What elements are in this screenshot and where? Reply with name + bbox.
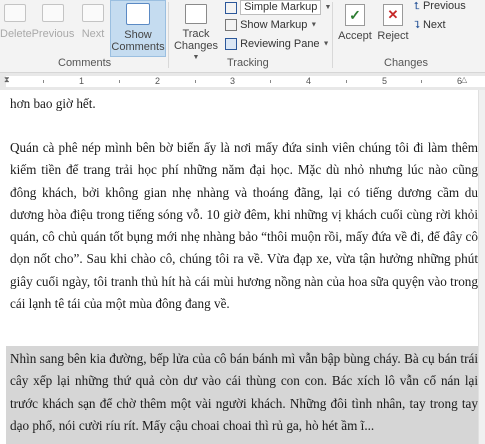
ruler-number: 2 xyxy=(155,76,161,86)
ruler-number: 1 xyxy=(79,76,85,86)
left-indent-marker[interactable]: ⧗ xyxy=(4,75,10,85)
next-comment-icon xyxy=(82,4,104,22)
ruler-tick xyxy=(43,80,44,83)
show-comments-button[interactable]: Show Comments xyxy=(110,0,166,57)
vertical-scrollbar[interactable] xyxy=(478,90,485,444)
previous-comment-icon xyxy=(42,4,64,22)
tracking-group-label: Tracking xyxy=(227,57,269,69)
reject-button[interactable]: ✕ Reject xyxy=(376,4,410,42)
ruler-tick xyxy=(421,80,422,83)
selected-paragraph[interactable]: Nhìn sang bên kia đường, bếp lửa của cô … xyxy=(10,348,478,437)
changes-group-label: Changes xyxy=(384,57,429,69)
track-changes-icon xyxy=(185,4,207,24)
chevron-down-icon: ▼ xyxy=(192,54,200,62)
document-page[interactable]: hơn bao giờ hết. Quán cà phê nép mình bê… xyxy=(0,90,485,444)
track-changes-button[interactable]: Track Changes ▼ xyxy=(172,4,220,64)
ruler-tick xyxy=(119,80,120,83)
horizontal-ruler[interactable]: ⧗ 1 2 3 4 5 6 △ xyxy=(0,73,485,91)
comments-group-label: Comments xyxy=(58,57,112,69)
chevron-down-icon: ▼ xyxy=(310,21,318,29)
ruler-number: 5 xyxy=(382,76,388,86)
next-change-icon: ⮧ xyxy=(414,20,420,31)
previous-change-button[interactable]: ⮤ Previous xyxy=(414,0,466,12)
ruler-tick xyxy=(346,80,347,83)
delete-comment-icon xyxy=(4,4,26,22)
group-separator xyxy=(168,2,169,68)
ruler-text-area xyxy=(6,76,485,87)
delete-comment-button[interactable]: Delete xyxy=(0,4,32,40)
show-markup-button[interactable]: Show Markup ▼ xyxy=(225,19,318,32)
ruler-tick xyxy=(195,80,196,83)
right-indent-marker[interactable]: △ xyxy=(461,75,467,84)
accept-button[interactable]: ✓ Accept xyxy=(336,4,374,42)
group-separator xyxy=(332,2,333,68)
ruler-tick xyxy=(270,80,271,83)
show-comments-icon xyxy=(126,3,150,25)
document-paragraph[interactable]: Quán cà phê nép mình bên bờ biển ấy là n… xyxy=(10,137,478,315)
previous-change-icon: ⮤ xyxy=(414,1,420,12)
reviewing-pane-button[interactable]: Reviewing Pane ▼ xyxy=(225,38,330,51)
ruler-number: 4 xyxy=(306,76,312,86)
next-change-button[interactable]: ⮧ Next xyxy=(414,19,446,31)
document-paragraph[interactable]: hơn bao giờ hết. xyxy=(10,93,478,115)
ruler-number: 3 xyxy=(230,76,236,86)
chevron-down-icon: ▼ xyxy=(322,40,330,48)
markup-select[interactable]: Simple Markup ▼ xyxy=(225,0,331,15)
previous-comment-button[interactable]: Previous xyxy=(31,4,75,40)
simple-markup-icon xyxy=(225,1,237,14)
next-comment-button[interactable]: Next xyxy=(78,4,108,40)
accept-icon: ✓ xyxy=(345,4,365,26)
review-ribbon: Delete Previous Next Show Comments Comme… xyxy=(0,0,485,73)
chevron-down-icon: ▼ xyxy=(324,4,332,11)
reviewing-pane-icon xyxy=(225,38,237,51)
reject-icon: ✕ xyxy=(383,4,403,26)
show-markup-icon xyxy=(225,19,237,32)
